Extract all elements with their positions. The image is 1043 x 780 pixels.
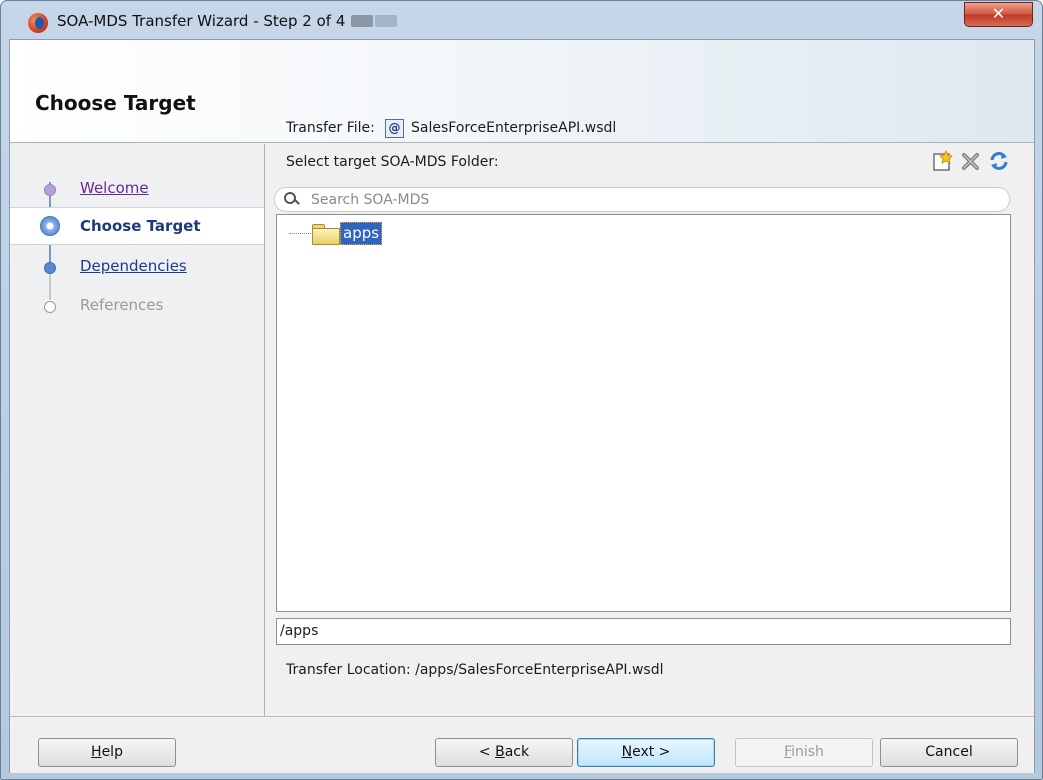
- search-field[interactable]: [274, 187, 1010, 212]
- search-icon: [284, 190, 300, 208]
- tree-connector: [289, 233, 311, 234]
- title-bar[interactable]: SOA-MDS Transfer Wizard - Step 2 of 4 ✕: [1, 1, 1042, 39]
- wizard-steps-panel: Welcome Choose Target Dependencies Refer…: [10, 144, 265, 717]
- step-label: Choose Target: [80, 217, 201, 235]
- close-icon: ✕: [991, 4, 1006, 23]
- button-mnemonic: B: [495, 744, 505, 760]
- step-choose-target[interactable]: Choose Target: [10, 207, 264, 245]
- button-label: <: [478, 744, 496, 760]
- transfer-file-label: Transfer File:: [286, 120, 375, 136]
- step-visited-icon: [44, 184, 56, 196]
- button-label: ack: [504, 744, 530, 760]
- transfer-file-name: SalesForceEnterpriseAPI.wsdl: [411, 120, 617, 136]
- step-dependencies[interactable]: Dependencies: [10, 248, 264, 286]
- step-welcome[interactable]: Welcome: [10, 170, 264, 208]
- new-folder-icon[interactable]: [931, 149, 955, 173]
- step-current-icon: [40, 216, 60, 236]
- close-button[interactable]: ✕: [964, 2, 1033, 27]
- wsdl-file-icon: @: [385, 119, 404, 138]
- step-disabled-icon: [44, 301, 56, 313]
- step-pending-icon: [44, 262, 56, 274]
- step-references: References: [10, 287, 264, 325]
- wizard-window: SOA-MDS Transfer Wizard - Step 2 of 4 ✕ …: [0, 0, 1043, 780]
- step-label: Welcome: [80, 179, 149, 197]
- button-bar: Help < Back Next > Finish Cancel: [10, 716, 1034, 773]
- folder-icon: [312, 224, 340, 245]
- window-title: SOA-MDS Transfer Wizard - Step 2 of 4: [57, 12, 346, 30]
- page-title: Choose Target: [35, 91, 196, 115]
- help-button[interactable]: Help: [38, 738, 176, 767]
- finish-button: Finish: [735, 738, 873, 767]
- search-input[interactable]: [311, 190, 1001, 210]
- button-label: Cancel: [925, 744, 973, 760]
- select-folder-label: Select target SOA-MDS Folder:: [286, 154, 499, 170]
- step-label: References: [80, 296, 164, 314]
- jdeveloper-app-icon: [28, 13, 48, 33]
- back-button[interactable]: < Back: [435, 738, 573, 767]
- folder-tree[interactable]: apps: [276, 214, 1011, 612]
- button-mnemonic: H: [91, 744, 102, 760]
- delete-icon[interactable]: [959, 149, 983, 173]
- title-decoration: [351, 15, 373, 27]
- button-label: elp: [101, 744, 123, 760]
- tree-node-apps[interactable]: apps: [340, 222, 383, 245]
- next-button[interactable]: Next >: [577, 738, 715, 767]
- button-mnemonic: N: [621, 744, 633, 760]
- title-decoration: [375, 15, 397, 27]
- cancel-button[interactable]: Cancel: [880, 738, 1018, 767]
- step-label: Dependencies: [80, 257, 187, 275]
- button-label: inish: [791, 744, 824, 760]
- button-label: ext >: [632, 744, 671, 760]
- refresh-icon[interactable]: [987, 149, 1011, 173]
- transfer-location: Transfer Location: /apps/SalesForceEnter…: [286, 662, 664, 678]
- target-path-field[interactable]: /apps: [276, 618, 1011, 645]
